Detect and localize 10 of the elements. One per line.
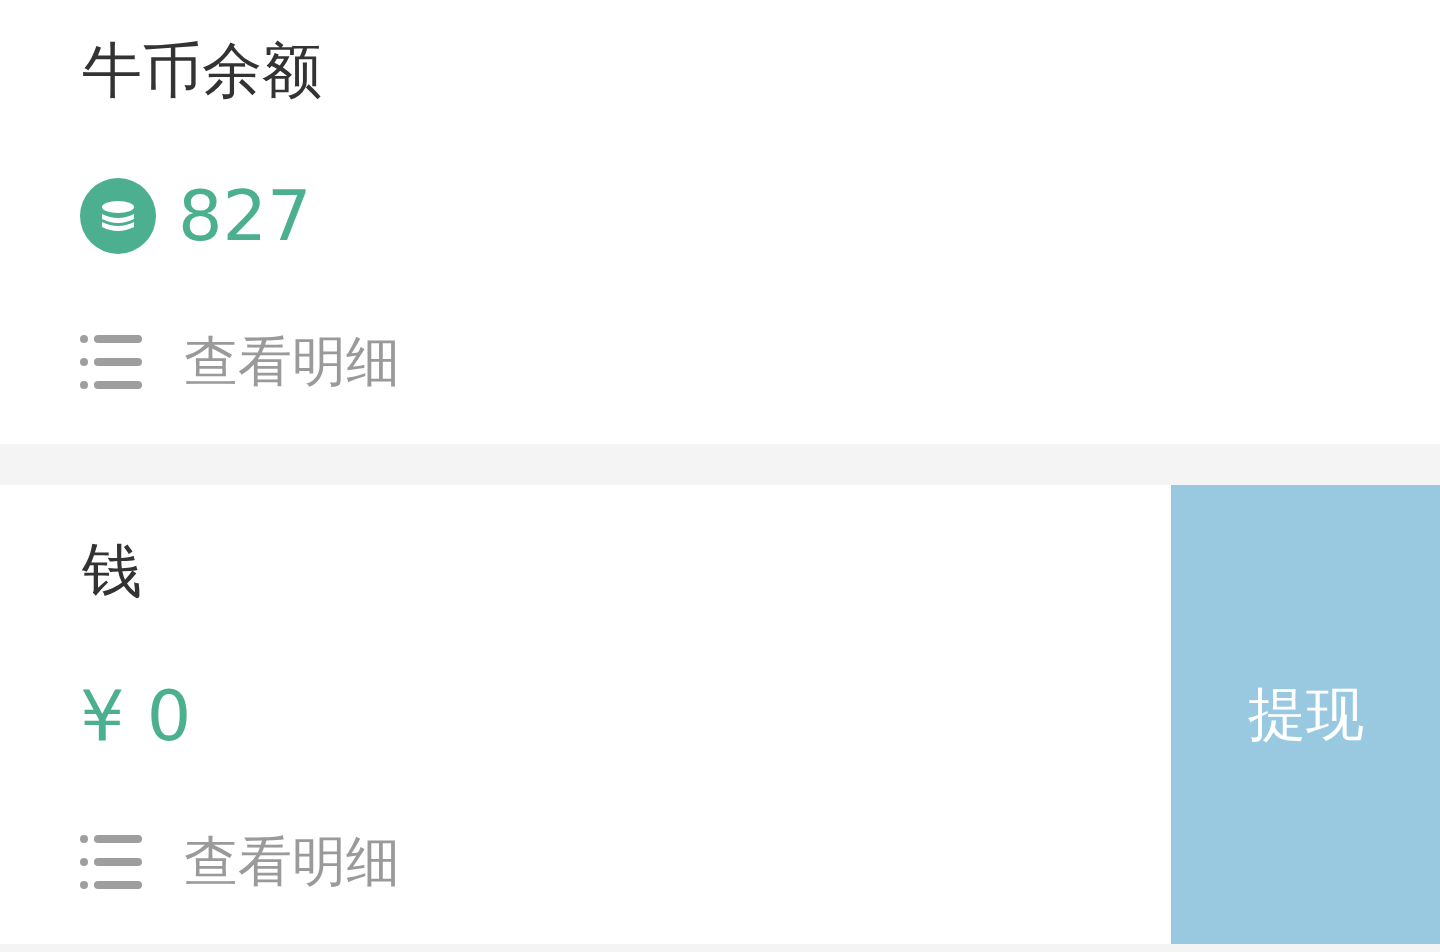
section-title: 牛币余额 [82,34,323,107]
withdraw-button[interactable]: 提现 [1171,485,1440,944]
details-link[interactable]: 查看明细 [184,827,400,897]
balance-amount: 827 [178,176,312,256]
list-icon [80,335,142,389]
details-link[interactable]: 查看明细 [184,327,400,397]
balance-amount: ¥ 0 [80,676,192,756]
coin-stack-icon [80,178,156,254]
list-icon [80,835,142,889]
section-title: 钱 [82,534,143,607]
